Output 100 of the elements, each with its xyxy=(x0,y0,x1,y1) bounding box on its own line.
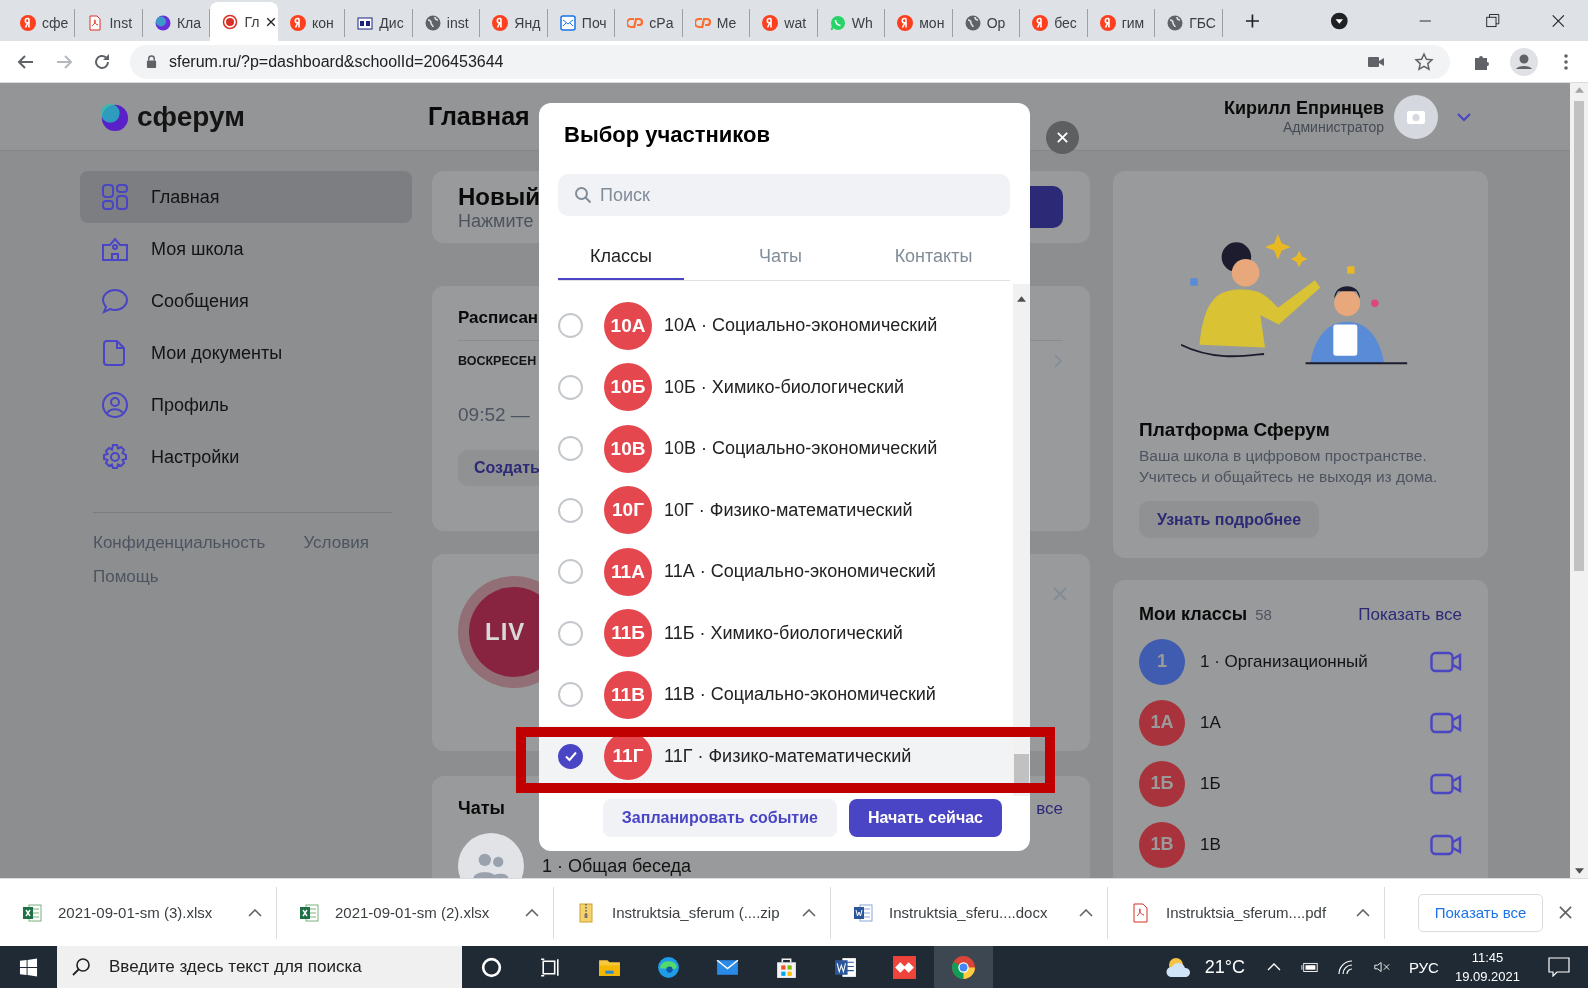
file-name: Instruktsia_sferu....docx xyxy=(889,904,1048,921)
spreadsheet-file-icon xyxy=(299,902,319,923)
browser-tab[interactable]: Ме xyxy=(682,9,751,37)
search-icon xyxy=(71,957,91,977)
browser-tab[interactable]: wat xyxy=(750,9,818,37)
dialog-tab[interactable]: Классы xyxy=(558,234,684,280)
new-tab-icon[interactable] xyxy=(1244,13,1260,29)
create-button[interactable]: Создать xyxy=(458,450,539,486)
caret-up-icon[interactable] xyxy=(802,908,816,917)
close-icon[interactable] xyxy=(1559,906,1572,919)
browser-tab[interactable]: мон xyxy=(885,9,953,37)
tab-title: Wh xyxy=(851,15,873,31)
browser-tab[interactable]: Поч xyxy=(547,9,616,37)
taskbar-search-field[interactable]: Введите здесь текст для поиска xyxy=(57,946,462,988)
browser-tab[interactable]: бес xyxy=(1020,9,1088,37)
video-camera-icon[interactable] xyxy=(1430,650,1462,673)
browser-tab[interactable]: Wh xyxy=(817,9,886,37)
list-scrollbar[interactable] xyxy=(1013,284,1030,796)
scroll-thumb[interactable] xyxy=(1014,754,1029,786)
chat-name: 1 · Общая беседа xyxy=(542,855,692,877)
download-item[interactable]: Instruktsia_sferum (....zip xyxy=(554,886,831,939)
browser-tab[interactable]: Ор xyxy=(952,9,1021,37)
card-hint: Нажмите xyxy=(458,210,535,232)
tab-title: кон xyxy=(311,15,334,31)
learn-more-button[interactable]: Узнать подробнее xyxy=(1139,501,1320,538)
video-camera-icon[interactable] xyxy=(1430,833,1462,856)
browser-tab[interactable]: кон xyxy=(277,9,346,37)
card-title: Расписан xyxy=(458,308,539,328)
class-name[interactable]: 1В xyxy=(1200,834,1221,855)
class-name[interactable]: 1 · Организационный xyxy=(1200,651,1368,672)
globe-icon xyxy=(424,15,441,31)
tab-title: Ме xyxy=(716,15,737,31)
browser-tab[interactable]: гим xyxy=(1087,9,1156,37)
caret-up-icon[interactable] xyxy=(1079,908,1093,917)
scroll-up-icon[interactable] xyxy=(1017,296,1026,302)
sidebar-item[interactable]: Профиль xyxy=(80,379,412,431)
yandex-logo-icon xyxy=(20,15,36,31)
class-row[interactable]: 10В 10В · Социально-экономический xyxy=(539,418,1013,480)
schedule-event-button[interactable]: Запланировать событие xyxy=(602,799,837,837)
temperature[interactable]: 21°C xyxy=(1204,956,1245,978)
tab-title: inst xyxy=(446,15,469,31)
caret-up-icon[interactable] xyxy=(1356,908,1370,917)
browser-tab[interactable]: Янд xyxy=(480,9,548,37)
school-building-icon xyxy=(101,235,129,263)
user-name: Кирилл Епринцев xyxy=(1224,98,1384,119)
tab-search-icon[interactable] xyxy=(1329,11,1349,31)
class-avatar: 1А xyxy=(1139,699,1185,746)
camera-avatar-icon[interactable] xyxy=(1394,94,1438,139)
show-all-link[interactable]: все xyxy=(1036,798,1063,819)
class-row[interactable]: 10А 10А · Социально-экономический xyxy=(539,295,1013,357)
address-bar[interactable]: sferum.ru/?p=dashboard&schoolId=206453644 xyxy=(130,44,1450,79)
globe-icon xyxy=(964,15,981,31)
start-now-button[interactable]: Начать сейчас xyxy=(848,799,1002,837)
sidebar-item[interactable]: Моя школа xyxy=(80,223,412,275)
wifi-icon[interactable] xyxy=(1336,959,1355,975)
tab-title: Гл xyxy=(244,13,260,30)
browser-tab[interactable]: Inst xyxy=(75,9,143,37)
download-item[interactable]: Instruktsia_sferum....pdf xyxy=(1108,886,1385,939)
show-all-link[interactable]: Показать все xyxy=(1358,605,1462,625)
browser-tab[interactable]: Дис xyxy=(345,9,413,37)
video-camera-icon[interactable] xyxy=(1430,772,1462,795)
download-item[interactable]: 2021-09-01-sm (3).xlsx xyxy=(0,886,277,939)
class-avatar: 10В xyxy=(604,424,652,473)
time-range: 09:52 — xyxy=(458,404,530,426)
search-icon xyxy=(574,186,592,204)
speaker-muted-icon[interactable] xyxy=(1372,959,1391,975)
browser-tab[interactable]: cPa xyxy=(615,9,683,37)
page-scrollbar[interactable] xyxy=(1570,83,1588,878)
download-item[interactable]: Instruktsia_sferu....docx xyxy=(831,886,1108,939)
sidebar-item[interactable]: Главная xyxy=(80,171,412,223)
taskbar-app[interactable] xyxy=(934,946,993,988)
download-item[interactable]: 2021-09-01-sm (2).xlsx xyxy=(277,886,554,939)
class-name: 11Б · Химико-биологический xyxy=(664,622,903,644)
class-row[interactable]: 10Б 10Б · Химико-биологический xyxy=(539,356,1013,418)
star-icon[interactable] xyxy=(1414,51,1434,72)
class-name[interactable]: 1Б xyxy=(1200,773,1221,794)
class-count: 58 xyxy=(1255,606,1272,623)
profile-icon[interactable] xyxy=(1510,47,1538,76)
sidebar-item[interactable]: Мои документы xyxy=(80,327,412,379)
caret-up-icon[interactable] xyxy=(248,908,262,917)
notification-icon[interactable] xyxy=(1548,957,1570,977)
cpanel-logo-icon xyxy=(627,15,644,31)
sidebar-item[interactable]: Настройки xyxy=(80,431,412,483)
show-all-button[interactable]: Показать все xyxy=(1418,893,1543,932)
scroll-down-icon[interactable] xyxy=(1574,868,1584,874)
close-icon[interactable] xyxy=(265,15,278,28)
language-indicator[interactable]: РУС xyxy=(1408,958,1439,976)
class-row[interactable]: 10Г 10Г · Физико-математический xyxy=(539,479,1013,541)
browser-tab[interactable]: сфе xyxy=(8,9,76,37)
promo-text: Ваша школа в цифровом пространстве. Учитесь и общайтесь не выходя из дома. xyxy=(1139,446,1439,487)
clock[interactable]: 11:45 19.09.2021 xyxy=(1454,948,1520,986)
class-name[interactable]: 1А xyxy=(1200,712,1221,733)
browser-tab[interactable]: ГБС xyxy=(1155,9,1223,37)
sidebar-item[interactable]: Сообщения xyxy=(80,275,412,327)
browser-tab[interactable]: inst xyxy=(412,9,481,37)
search-field[interactable]: Поиск xyxy=(558,174,1010,216)
checkbox[interactable] xyxy=(558,743,583,769)
browser-tab[interactable]: Гл xyxy=(210,2,278,41)
video-camera-icon[interactable] xyxy=(1430,711,1462,734)
caret-up-icon[interactable] xyxy=(525,908,539,917)
